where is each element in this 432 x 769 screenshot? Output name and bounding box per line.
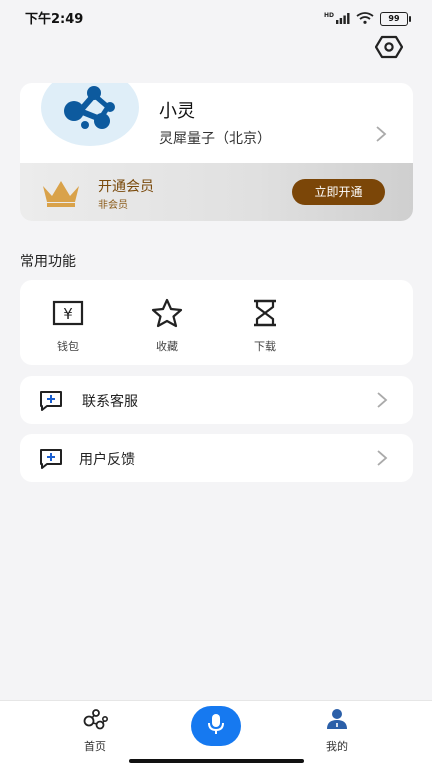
vip-status: 非会员	[98, 200, 128, 211]
hd-tag: HD	[323, 12, 334, 19]
menu-item-label: 联系客服	[82, 394, 138, 410]
activate-vip-button[interactable]: 立即开通	[292, 179, 385, 205]
chevron-right-icon	[376, 449, 388, 471]
functions-card: ¥ 钱包 收藏 下载	[20, 280, 413, 365]
wallet-icon: ¥	[52, 298, 84, 328]
vip-banner[interactable]: 开通会员 非会员 立即开通	[20, 163, 413, 221]
user-feedback-item[interactable]: 用户反馈	[20, 434, 413, 482]
tab-home[interactable]: 首页	[65, 708, 125, 754]
chat-plus-icon	[39, 448, 63, 474]
function-label: 钱包	[57, 340, 79, 353]
function-label: 下载	[254, 340, 276, 353]
status-bar: 下午2:49 HD 99	[0, 0, 432, 32]
contact-support-item[interactable]: 联系客服	[20, 376, 413, 424]
svg-text:¥: ¥	[63, 305, 73, 323]
star-icon	[151, 298, 183, 328]
settings-button[interactable]	[374, 35, 404, 63]
settings-hexagon-icon	[374, 35, 404, 63]
tab-label: 我的	[326, 740, 348, 753]
avatar[interactable]	[41, 83, 139, 146]
vip-title: 开通会员	[98, 179, 154, 195]
microphone-icon	[206, 712, 226, 740]
menu-item-label: 用户反馈	[79, 452, 135, 468]
home-molecule-icon	[81, 708, 109, 734]
hourglass-icon	[252, 298, 278, 328]
chevron-right-icon	[376, 391, 388, 413]
tab-label: 首页	[84, 740, 106, 753]
function-downloads[interactable]: 下载	[235, 298, 295, 354]
status-time: 下午2:49	[25, 12, 84, 27]
function-favorites[interactable]: 收藏	[137, 298, 197, 354]
profile-card[interactable]: 小灵 灵犀量子（北京） 开通会员 非会员 立即开通	[20, 83, 413, 221]
signal-icon: HD	[324, 13, 350, 24]
battery-icon: 99	[380, 11, 411, 26]
profile-name: 小灵	[159, 101, 195, 122]
chevron-right-icon[interactable]	[375, 125, 387, 147]
wifi-icon	[356, 9, 374, 28]
section-title: 常用功能	[20, 254, 76, 270]
tab-mine[interactable]: 我的	[307, 708, 367, 754]
status-icons: HD 99	[324, 9, 411, 28]
logo-molecule-icon	[60, 83, 120, 135]
profile-organization: 灵犀量子（北京）	[159, 131, 271, 147]
function-label: 收藏	[156, 340, 178, 353]
crown-icon	[40, 178, 82, 212]
chat-plus-icon	[39, 390, 63, 416]
function-wallet[interactable]: ¥ 钱包	[38, 298, 98, 354]
person-icon	[325, 708, 349, 734]
voice-input-button[interactable]	[191, 706, 241, 746]
home-indicator	[129, 759, 304, 763]
